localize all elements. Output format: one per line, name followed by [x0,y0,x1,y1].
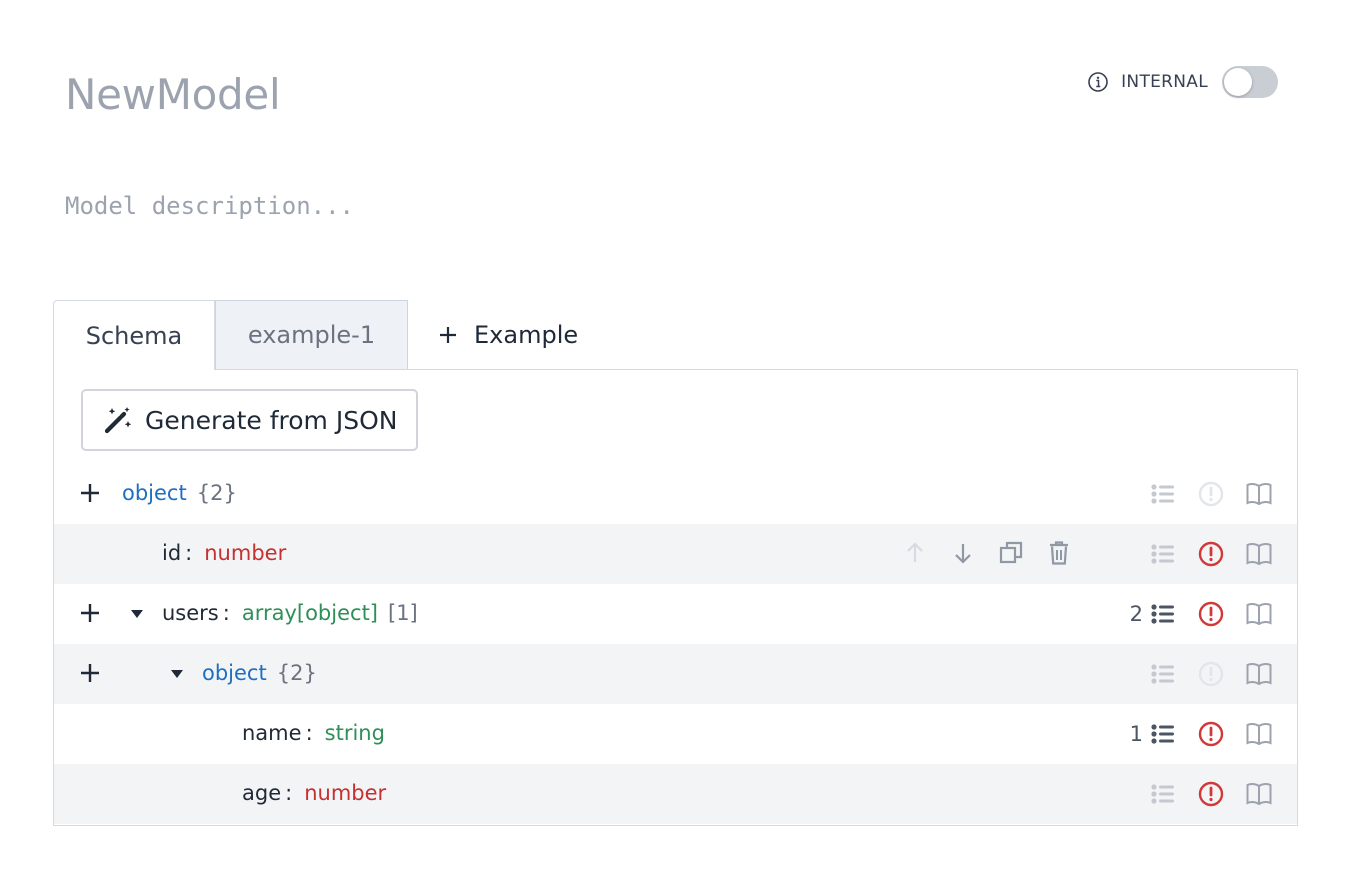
description-book-icon[interactable] [1245,480,1273,508]
row-right-icons [1149,780,1273,808]
child-count: {2} [196,481,237,505]
validations-list-icon[interactable] [1149,720,1177,748]
row-right-icons [1149,480,1273,508]
colon: : [222,601,230,625]
validations-list-icon[interactable] [1149,540,1177,568]
required-alert-icon[interactable] [1197,660,1225,688]
add-field-plus-icon[interactable] [78,601,102,625]
description-book-icon[interactable] [1245,600,1273,628]
tree-row-root-object[interactable]: object {2} [54,464,1297,524]
type-label[interactable]: object [122,481,187,505]
validations-count: 1 [1129,722,1143,746]
row-content: name : string [242,721,385,745]
property-name[interactable]: age [242,781,281,805]
description-book-icon[interactable] [1245,780,1273,808]
internal-toggle[interactable] [1222,66,1278,98]
colon: : [305,721,313,745]
info-circle-icon[interactable] [1087,71,1109,93]
add-field-plus-icon[interactable] [78,481,102,505]
internal-label: INTERNAL [1121,72,1208,92]
model-description-input[interactable] [65,192,1065,220]
tab-example-1[interactable]: example-1 [215,300,408,370]
validations-list-icon[interactable] [1149,780,1177,808]
description-book-icon[interactable] [1245,660,1273,688]
schema-panel: Generate from JSON object {2} id: numbe… [53,369,1298,826]
description-book-icon[interactable] [1245,540,1273,568]
row-right-icons [1149,540,1273,568]
item-count: [1] [388,601,418,625]
toggle-knob [1224,68,1252,96]
internal-control: INTERNAL [1087,66,1278,98]
row-content: object {2} [122,481,237,505]
validations-list-icon[interactable] [1149,600,1177,628]
tab-schema[interactable]: Schema [53,300,215,370]
colon: : [285,781,293,805]
required-alert-icon[interactable] [1197,480,1225,508]
collapse-caret-icon[interactable] [170,669,184,679]
delete-icon[interactable] [1047,540,1071,566]
required-alert-icon[interactable] [1197,780,1225,808]
type-label[interactable]: string [325,721,385,745]
type-label[interactable]: object [202,661,267,685]
validations-list-icon[interactable] [1149,480,1177,508]
required-alert-icon[interactable] [1197,720,1225,748]
add-field-plus-icon[interactable] [78,661,102,685]
colon: : [185,541,193,565]
collapse-caret-icon[interactable] [130,609,144,619]
row-content: age : number [242,781,386,805]
property-name[interactable]: name [242,721,302,745]
tree-row-id[interactable]: id : number [54,524,1297,584]
validations-list-icon[interactable] [1149,660,1177,688]
duplicate-icon[interactable] [999,540,1023,566]
model-title[interactable]: NewModel [65,70,281,119]
tree-row-age[interactable]: age : number [54,764,1297,824]
magic-wand-icon [104,407,132,434]
row-content: id : number [162,541,286,565]
generate-label: Generate from JSON [145,405,398,435]
tree-row-users[interactable]: users : array[object] [1] 2 [54,584,1297,644]
move-up-icon[interactable] [903,540,927,566]
property-name[interactable]: users [162,601,219,625]
tree-row-users-item-object[interactable]: object {2} [54,644,1297,704]
type-label[interactable]: number [204,541,286,565]
validations-count: 2 [1129,602,1143,626]
description-book-icon[interactable] [1245,720,1273,748]
property-name[interactable]: id [162,541,181,565]
row-actions [903,540,1071,566]
tab-bar: Schema example-1 Example [53,300,578,370]
row-right-icons [1149,660,1273,688]
required-alert-icon[interactable] [1197,540,1225,568]
tree-row-name[interactable]: name : string 1 [54,704,1297,764]
plus-icon [440,327,456,343]
row-right-icons: 1 [1125,720,1273,748]
add-example-button[interactable]: Example [408,300,578,370]
row-right-icons: 2 [1125,600,1273,628]
generate-from-json-button[interactable]: Generate from JSON [81,389,418,451]
required-alert-icon[interactable] [1197,600,1225,628]
type-label[interactable]: array[object] [242,601,378,625]
row-content: object {2} [202,661,317,685]
child-count: {2} [276,661,317,685]
row-content: users : array[object] [1] [162,601,418,625]
schema-tree: object {2} id : number users: array[obj… [54,464,1297,824]
move-down-icon[interactable] [951,540,975,566]
add-example-label: Example [474,321,579,349]
type-label[interactable]: number [304,781,386,805]
